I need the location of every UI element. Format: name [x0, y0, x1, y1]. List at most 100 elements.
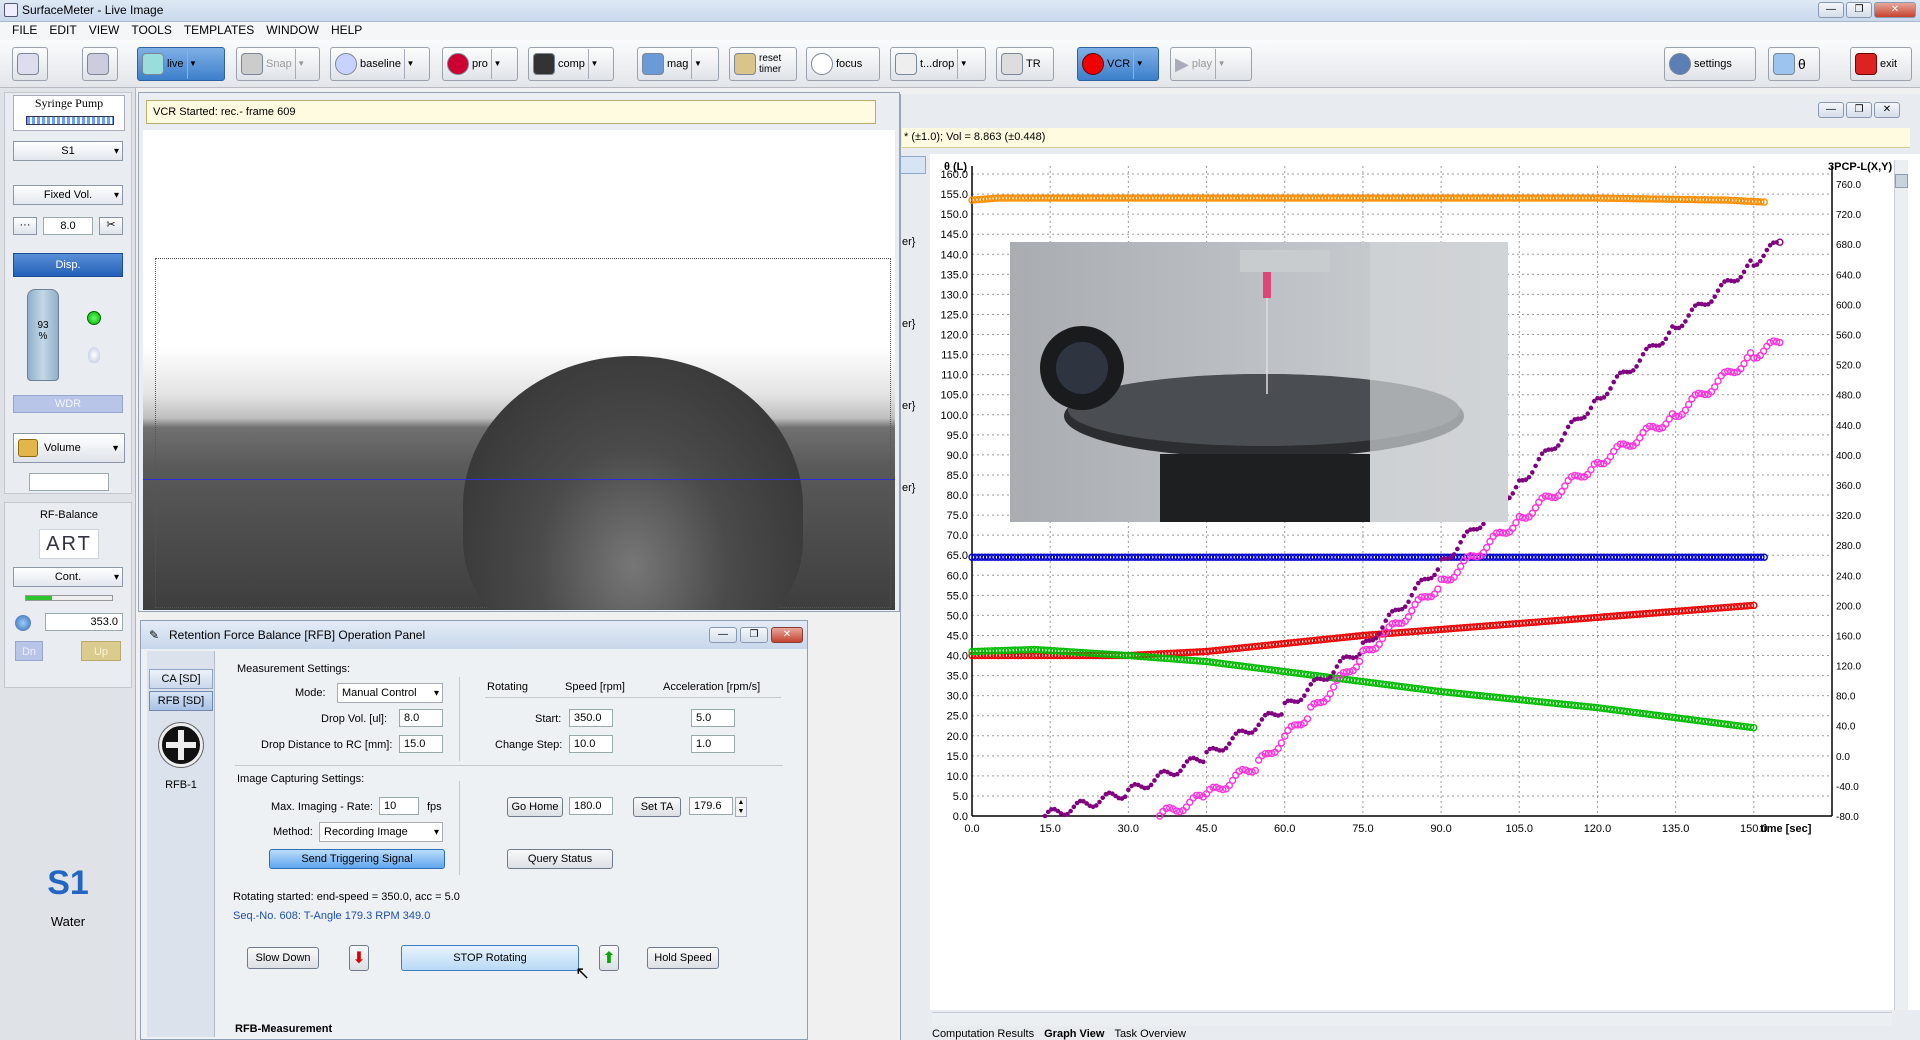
tdrop-button[interactable]: t...drop ▼: [890, 47, 986, 81]
pump-action-button[interactable]: ✂: [99, 217, 123, 235]
contact-angle-chart[interactable]: 0.0 15.0 30.0 45.0 60.0 75.0 90.0 105.0 120.0 135…: [930, 154, 1920, 1010]
theta-button[interactable]: θ: [1768, 47, 1820, 81]
mode-select[interactable]: Manual Control: [337, 683, 443, 703]
graph-vertical-scrollbar[interactable]: [1894, 160, 1908, 1010]
menu-window[interactable]: WINDOW: [260, 22, 325, 40]
send-trigger-button[interactable]: Send Triggering Signal: [269, 849, 445, 869]
hold-speed-button[interactable]: Hold Speed: [647, 947, 719, 969]
chevron-down-icon[interactable]: ▼: [186, 49, 199, 79]
minimize-icon[interactable]: —: [1818, 102, 1844, 118]
drop-camera-image[interactable]: [143, 130, 895, 610]
snap-button[interactable]: Snap ▼: [236, 47, 320, 81]
drop-distance-field[interactable]: 15.0: [399, 735, 443, 753]
edit-tool-button[interactable]: [82, 47, 118, 81]
comp-button[interactable]: comp ▼: [528, 47, 614, 81]
restore-icon[interactable]: ❐: [1846, 102, 1872, 118]
menu-help[interactable]: HELP: [325, 22, 368, 40]
minimize-icon[interactable]: —: [709, 627, 737, 643]
menu-file[interactable]: FILE: [6, 22, 43, 40]
chevron-down-icon[interactable]: ▼: [1133, 49, 1145, 79]
volume-mode-select[interactable]: Volume ▼: [13, 433, 125, 463]
tab-rfb-measurement[interactable]: RFB-Measurement: [235, 1023, 332, 1035]
arrow-down-icon: ⬇: [352, 950, 366, 967]
rf-balance-group: RF-Balance ART Cont. 353.0 Dn Up: [4, 502, 132, 688]
dispense-button[interactable]: Disp.: [13, 253, 123, 277]
focus-button[interactable]: focus: [806, 47, 880, 81]
data-point: [1591, 398, 1597, 404]
wdr-button[interactable]: WDR: [13, 395, 123, 413]
side-tab-button[interactable]: [900, 156, 926, 174]
more-button[interactable]: ···: [13, 217, 37, 235]
tilt-angle-spinner[interactable]: ▲ ▼: [735, 797, 747, 817]
slow-down-button[interactable]: Slow Down: [247, 947, 319, 969]
live-button[interactable]: live ▼: [137, 47, 225, 81]
step-speed-field[interactable]: 10.0: [569, 735, 613, 753]
rf-speed-field[interactable]: 353.0: [45, 613, 123, 631]
speed-down-arrow-button[interactable]: ⬇: [349, 945, 369, 971]
query-status-label: Query Status: [527, 853, 593, 865]
data-point: [1331, 670, 1336, 675]
data-point: [1233, 731, 1239, 736]
exit-button[interactable]: exit: [1850, 47, 1912, 81]
stop-rotating-button[interactable]: STOP Rotating: [401, 945, 579, 971]
speed-up-arrow-button[interactable]: ⬆: [599, 945, 619, 971]
menu-view[interactable]: VIEW: [83, 22, 126, 40]
menu-templates[interactable]: TEMPLATES: [178, 22, 260, 40]
chevron-down-icon[interactable]: ▼: [691, 49, 703, 79]
start-speed-field[interactable]: 350.0: [569, 709, 613, 727]
settings-button[interactable]: settings: [1664, 47, 1756, 81]
tab-rfb-sd[interactable]: RFB [SD]: [149, 691, 213, 711]
pro-button[interactable]: pro ▼: [442, 47, 518, 81]
tr-button[interactable]: TR: [996, 47, 1054, 81]
chevron-down-icon[interactable]: ▼: [490, 49, 503, 79]
drop-volume-field[interactable]: 8.0: [399, 709, 443, 727]
volume-field[interactable]: 8.0: [43, 217, 93, 235]
query-status-button[interactable]: Query Status: [507, 849, 613, 869]
maximize-icon[interactable]: ❐: [740, 627, 768, 643]
hand-tool-button[interactable]: [12, 47, 48, 81]
chevron-down-icon[interactable]: ▼: [1215, 49, 1227, 79]
y-tick-label: 85.0: [947, 470, 968, 482]
drop-volume-value: 8.0: [404, 712, 420, 724]
minimize-icon[interactable]: —: [1818, 2, 1844, 18]
step-acceleration-field[interactable]: 1.0: [691, 735, 735, 753]
menu-tools[interactable]: TOOLS: [125, 22, 177, 40]
tab-ca-sd[interactable]: CA [SD]: [149, 669, 213, 689]
baseline-line[interactable]: [143, 479, 895, 480]
chevron-down-icon[interactable]: ▼: [957, 49, 969, 79]
tab-task-overview[interactable]: Task Overview: [1114, 1028, 1186, 1040]
data-point: [1718, 282, 1724, 288]
chevron-down-icon[interactable]: ▼: [294, 49, 307, 79]
syringe-select[interactable]: S1: [13, 141, 123, 161]
tab-computation-results[interactable]: Computation Results: [932, 1028, 1034, 1040]
home-angle-field[interactable]: 180.0: [569, 797, 613, 815]
scrollbar-thumb[interactable]: [1895, 174, 1908, 188]
chevron-down-icon[interactable]: ▼: [587, 49, 600, 79]
mag-button[interactable]: mag ▼: [637, 47, 719, 81]
data-point: [1683, 319, 1688, 324]
go-home-button[interactable]: Go Home: [507, 797, 563, 817]
method-select[interactable]: Recording Image: [319, 822, 443, 842]
up-button[interactable]: Up: [81, 641, 121, 661]
tilt-angle-field[interactable]: 179.6: [689, 797, 733, 815]
play-button[interactable]: ▶ play ▼: [1170, 47, 1252, 81]
set-ta-button[interactable]: Set TA: [633, 797, 681, 817]
maximize-icon[interactable]: ❐: [1846, 2, 1872, 18]
reset-timer-button[interactable]: reset timer: [729, 47, 797, 81]
lightbulb-icon[interactable]: [88, 347, 100, 363]
close-icon[interactable]: ✕: [1874, 102, 1900, 118]
menu-edit[interactable]: EDIT: [43, 22, 82, 40]
rf-mode-select[interactable]: Cont.: [13, 567, 123, 587]
imaging-rate-field[interactable]: 10: [379, 797, 419, 815]
tab-graph-view[interactable]: Graph View: [1044, 1028, 1104, 1040]
down-button[interactable]: Dn: [15, 641, 43, 661]
chevron-down-icon[interactable]: ▼: [403, 49, 416, 79]
graph-horizontal-scrollbar[interactable]: [932, 1012, 1892, 1026]
close-icon[interactable]: ✕: [1874, 2, 1916, 18]
pump-mode-select[interactable]: Fixed Vol.: [13, 185, 123, 205]
volume-display-field[interactable]: [29, 473, 109, 491]
start-acceleration-field[interactable]: 5.0: [691, 709, 735, 727]
vcr-button[interactable]: VCR ▼: [1077, 47, 1159, 81]
close-icon[interactable]: ✕: [771, 627, 803, 643]
baseline-button[interactable]: baseline ▼: [330, 47, 430, 81]
